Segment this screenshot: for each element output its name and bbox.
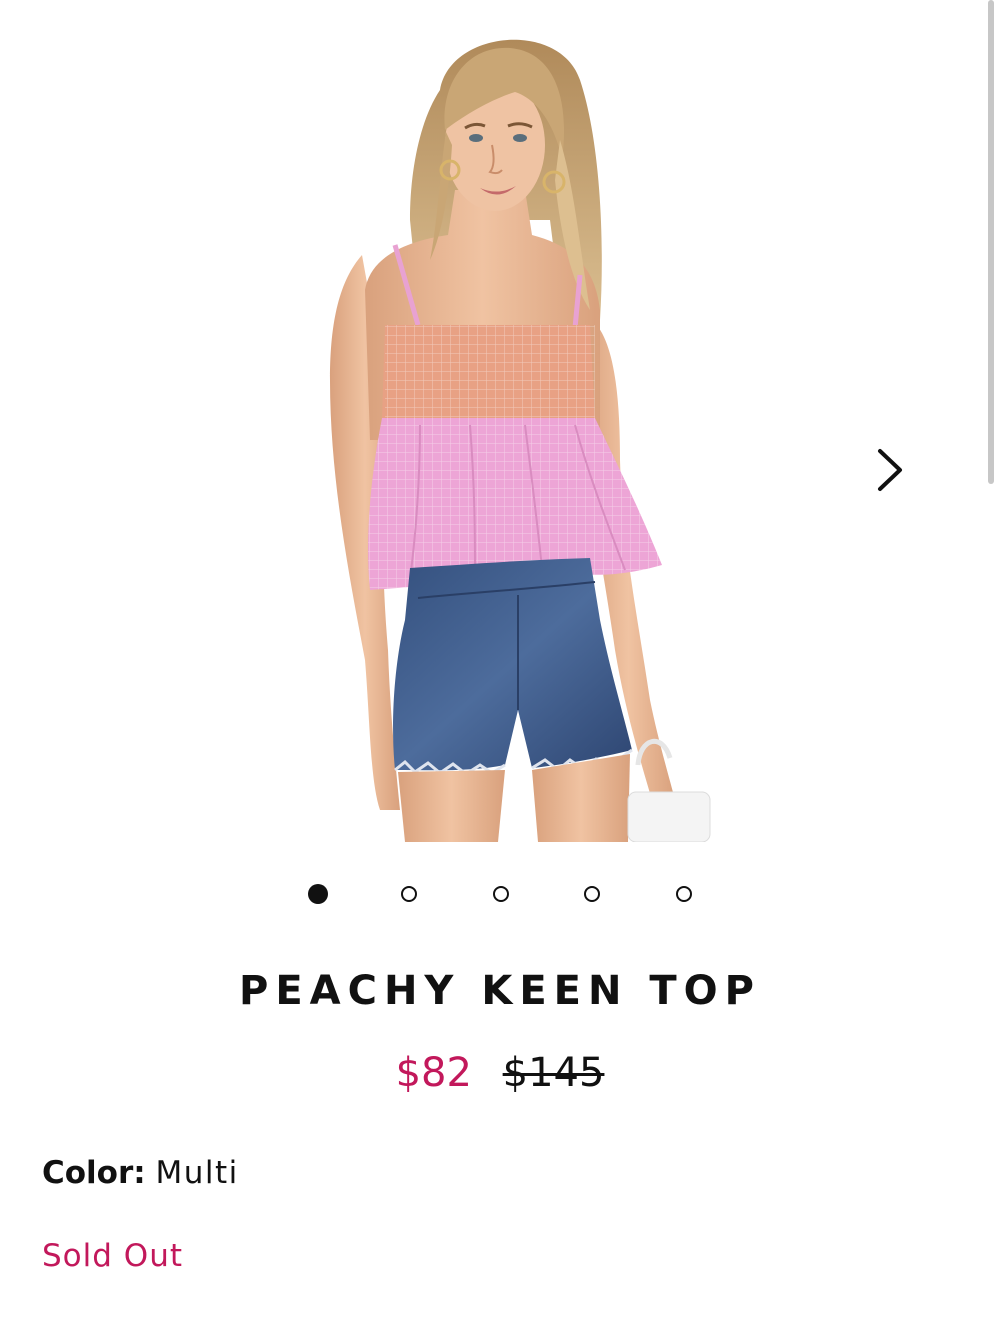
sale-price: $82 bbox=[395, 1050, 472, 1096]
price-row: $82 $145 bbox=[0, 1050, 1000, 1096]
carousel-dot-3[interactable] bbox=[493, 886, 509, 902]
carousel-dot-5[interactable] bbox=[676, 886, 692, 902]
original-price: $145 bbox=[502, 1050, 605, 1096]
color-selector: Color: Multi bbox=[42, 1155, 239, 1191]
product-title: PEACHY KEEN TOP bbox=[239, 968, 761, 1014]
product-photo bbox=[330, 39, 711, 842]
next-image-button[interactable] bbox=[870, 445, 910, 495]
stock-status: Sold Out bbox=[42, 1238, 183, 1274]
carousel-indicator bbox=[0, 884, 1000, 910]
carousel-dot-2[interactable] bbox=[401, 886, 417, 902]
color-value: Multi bbox=[155, 1155, 239, 1191]
color-label: Color: bbox=[42, 1155, 146, 1191]
product-image-gallery[interactable] bbox=[0, 0, 1000, 860]
chevron-right-icon bbox=[878, 449, 902, 491]
carousel-dot-1[interactable] bbox=[308, 884, 328, 904]
carousel-dot-4[interactable] bbox=[584, 886, 600, 902]
